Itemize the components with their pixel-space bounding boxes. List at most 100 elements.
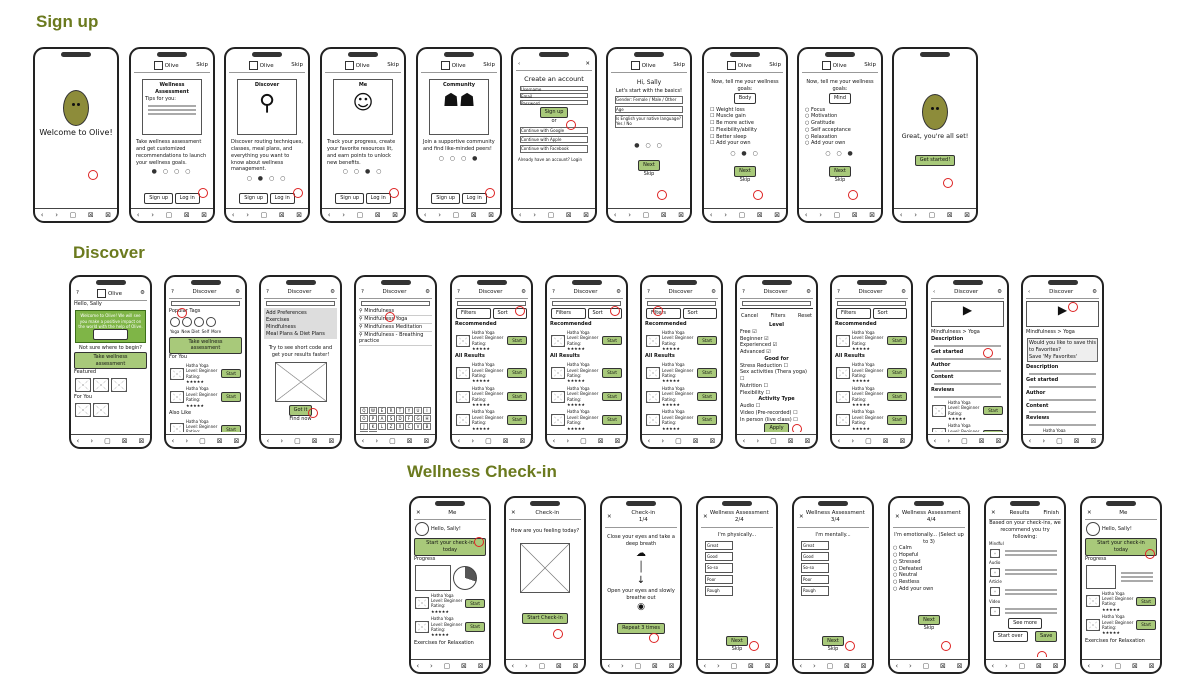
close-icon[interactable]: ✕ — [991, 510, 996, 517]
nav-glyph-icon[interactable]: ▢ — [739, 211, 746, 219]
repeat-button[interactable]: Repeat 3 times — [617, 623, 665, 635]
nav-glyph-icon[interactable]: › — [628, 211, 631, 219]
nav-glyph-icon[interactable]: ▢ — [580, 437, 587, 445]
nav-glyph-icon[interactable]: ▢ — [1019, 662, 1026, 670]
nav-glyph-icon[interactable]: ⊠ — [122, 437, 128, 445]
nav-glyph-icon[interactable]: ⊠ — [900, 437, 906, 445]
nav-glyph-icon[interactable]: › — [621, 662, 624, 670]
filter-checkbox[interactable]: Audio ☐ — [740, 403, 813, 410]
log-in-button[interactable]: Log in — [174, 193, 200, 204]
avatar[interactable] — [1086, 522, 1100, 537]
nav-glyph-icon[interactable]: ▢ — [1056, 437, 1063, 445]
nav-glyph-icon[interactable]: ⊠ — [1149, 662, 1155, 670]
close-icon[interactable]: ✕ — [585, 61, 590, 68]
start-button[interactable]: Start — [221, 392, 241, 402]
nav-glyph-icon[interactable]: ▢ — [453, 211, 460, 219]
sign-up-button[interactable]: Sign up — [239, 193, 269, 204]
nav-glyph-icon[interactable]: › — [566, 437, 569, 445]
nav-glyph-icon[interactable]: ⊠ — [693, 437, 699, 445]
filter-checkbox[interactable]: Advanced ☑ — [740, 349, 813, 356]
filter-checkbox[interactable]: Sex activities (Thera yoga) ☐ — [740, 369, 813, 383]
finish-link[interactable]: Finish — [1043, 510, 1059, 517]
nav-glyph-icon[interactable]: › — [819, 211, 822, 219]
nav-glyph-icon[interactable]: ‹ — [172, 437, 175, 445]
emotion-option[interactable]: ○ Defeated — [893, 566, 965, 573]
get-started-button[interactable]: Get started! — [914, 154, 956, 166]
goal-checkbox[interactable]: ○ Motivation — [805, 113, 875, 120]
nav-glyph-icon[interactable]: ▢ — [104, 437, 111, 445]
video-player[interactable]: ▶ — [1026, 301, 1099, 328]
suggestion-item[interactable]: Add Preferences — [266, 310, 335, 317]
nav-glyph-icon[interactable]: ▢ — [261, 211, 268, 219]
suggestion-item[interactable]: Meal Plans & Diet Plans — [266, 331, 335, 338]
search-input[interactable] — [742, 301, 811, 307]
nav-glyph-icon[interactable]: ⊠ — [861, 662, 867, 670]
nav-glyph-icon[interactable]: ⊠ — [669, 662, 675, 670]
filter-checkbox[interactable]: Experienced ☑ — [740, 342, 813, 349]
nav-glyph-icon[interactable]: ‹ — [805, 211, 808, 219]
filters-button[interactable]: Filters — [551, 308, 586, 320]
nav-glyph-icon[interactable]: ‹ — [991, 662, 994, 670]
result-item[interactable]: Hatha YogaLevel: BeginnerRating: ★★★★★ St… — [646, 362, 717, 384]
gender-field[interactable]: Gender: Female / Male / Other — [615, 96, 683, 104]
search-result[interactable]: ⚲ Mindfulness - Breathing practice — [359, 332, 432, 347]
nav-glyph-icon[interactable]: ‹ — [710, 211, 713, 219]
nav-glyph-icon[interactable]: ▢ — [731, 662, 738, 670]
settings-icon[interactable]: ⚙ — [711, 289, 716, 296]
answer-option[interactable]: Rough — [801, 586, 829, 596]
nav-glyph-icon[interactable]: ⊠ — [503, 437, 509, 445]
filter-checkbox[interactable]: Flexibility ☐ — [740, 390, 813, 397]
nav-glyph-icon[interactable]: ⊠ — [201, 211, 207, 219]
nav-glyph-icon[interactable]: ⊠ — [748, 662, 754, 670]
nav-glyph-icon[interactable]: › — [151, 211, 154, 219]
help-icon[interactable]: ? — [837, 289, 840, 296]
skip-link[interactable]: Skip — [732, 646, 743, 652]
start-button[interactable]: Start — [465, 598, 485, 609]
nav-glyph-icon[interactable]: ⊠ — [407, 437, 413, 445]
back-icon[interactable]: ‹ — [1028, 289, 1030, 296]
cancel-link[interactable]: Cancel — [741, 313, 758, 320]
filter-checkbox[interactable]: Beginner ☑ — [740, 336, 813, 343]
start-button[interactable]: Start — [887, 415, 907, 425]
nav-glyph-icon[interactable]: ⊠ — [375, 211, 381, 219]
sign-up-button[interactable]: Sign up — [431, 193, 461, 204]
nav-glyph-icon[interactable]: › — [438, 211, 441, 219]
goal-checkbox[interactable]: ☐ Muscle gain — [710, 113, 780, 120]
next-button[interactable]: Next — [829, 166, 851, 178]
nav-glyph-icon[interactable]: › — [375, 437, 378, 445]
nav-glyph-icon[interactable]: ‹ — [895, 662, 898, 670]
yes-no[interactable]: Yes / No — [616, 121, 632, 126]
nav-glyph-icon[interactable]: › — [661, 437, 664, 445]
goal-checkbox[interactable]: ○ Focus — [805, 107, 875, 114]
settings-icon[interactable]: ⚙ — [425, 289, 430, 296]
start-button[interactable]: Start — [507, 336, 527, 346]
nav-glyph-icon[interactable]: ‹ — [799, 662, 802, 670]
nav-glyph-icon[interactable]: ▢ — [865, 437, 872, 445]
back-icon[interactable]: ‹ — [518, 61, 520, 68]
emotion-option[interactable]: ○ Neutral — [893, 572, 965, 579]
apply-button[interactable]: Apply — [764, 423, 789, 432]
close-icon[interactable]: ✕ — [703, 514, 708, 521]
sign-up-button[interactable]: Sign up — [335, 193, 365, 204]
nav-glyph-icon[interactable]: ⊠ — [1091, 437, 1097, 445]
nav-glyph-icon[interactable]: › — [909, 662, 912, 670]
nav-glyph-icon[interactable]: ⊠ — [805, 437, 811, 445]
save-popup[interactable]: Would you like to save this to Favorites… — [1027, 338, 1098, 363]
nav-glyph-icon[interactable]: ⊠ — [940, 662, 946, 670]
tag-diet-icon[interactable] — [182, 317, 192, 328]
result-item[interactable]: Hatha YogaLevel: BeginnerRating: ★★★★★ St… — [551, 386, 622, 408]
nav-glyph-icon[interactable]: ▢ — [199, 437, 206, 445]
start-button[interactable]: Start — [507, 391, 527, 402]
nav-glyph-icon[interactable]: ⊠ — [566, 211, 572, 219]
filter-checkbox[interactable]: Nutrition ☐ — [740, 383, 813, 390]
next-button[interactable]: Next — [822, 635, 844, 647]
nav-glyph-icon[interactable]: ⊠ — [964, 211, 970, 219]
nav-glyph-icon[interactable]: ▢ — [444, 662, 451, 670]
skip-link[interactable]: Skip — [644, 171, 655, 177]
result-item[interactable]: Hatha YogaLevel: BeginnerRating: ★★★★★ St… — [551, 330, 622, 352]
result-item[interactable]: Hatha YogaLevel: BeginnerRating: ★★★★★ St… — [1086, 591, 1156, 613]
start-button[interactable]: Start — [602, 368, 622, 378]
nav-glyph-icon[interactable]: ⊠ — [392, 211, 398, 219]
nav-glyph-icon[interactable]: ▢ — [485, 437, 492, 445]
help-icon[interactable]: ? — [266, 289, 269, 296]
